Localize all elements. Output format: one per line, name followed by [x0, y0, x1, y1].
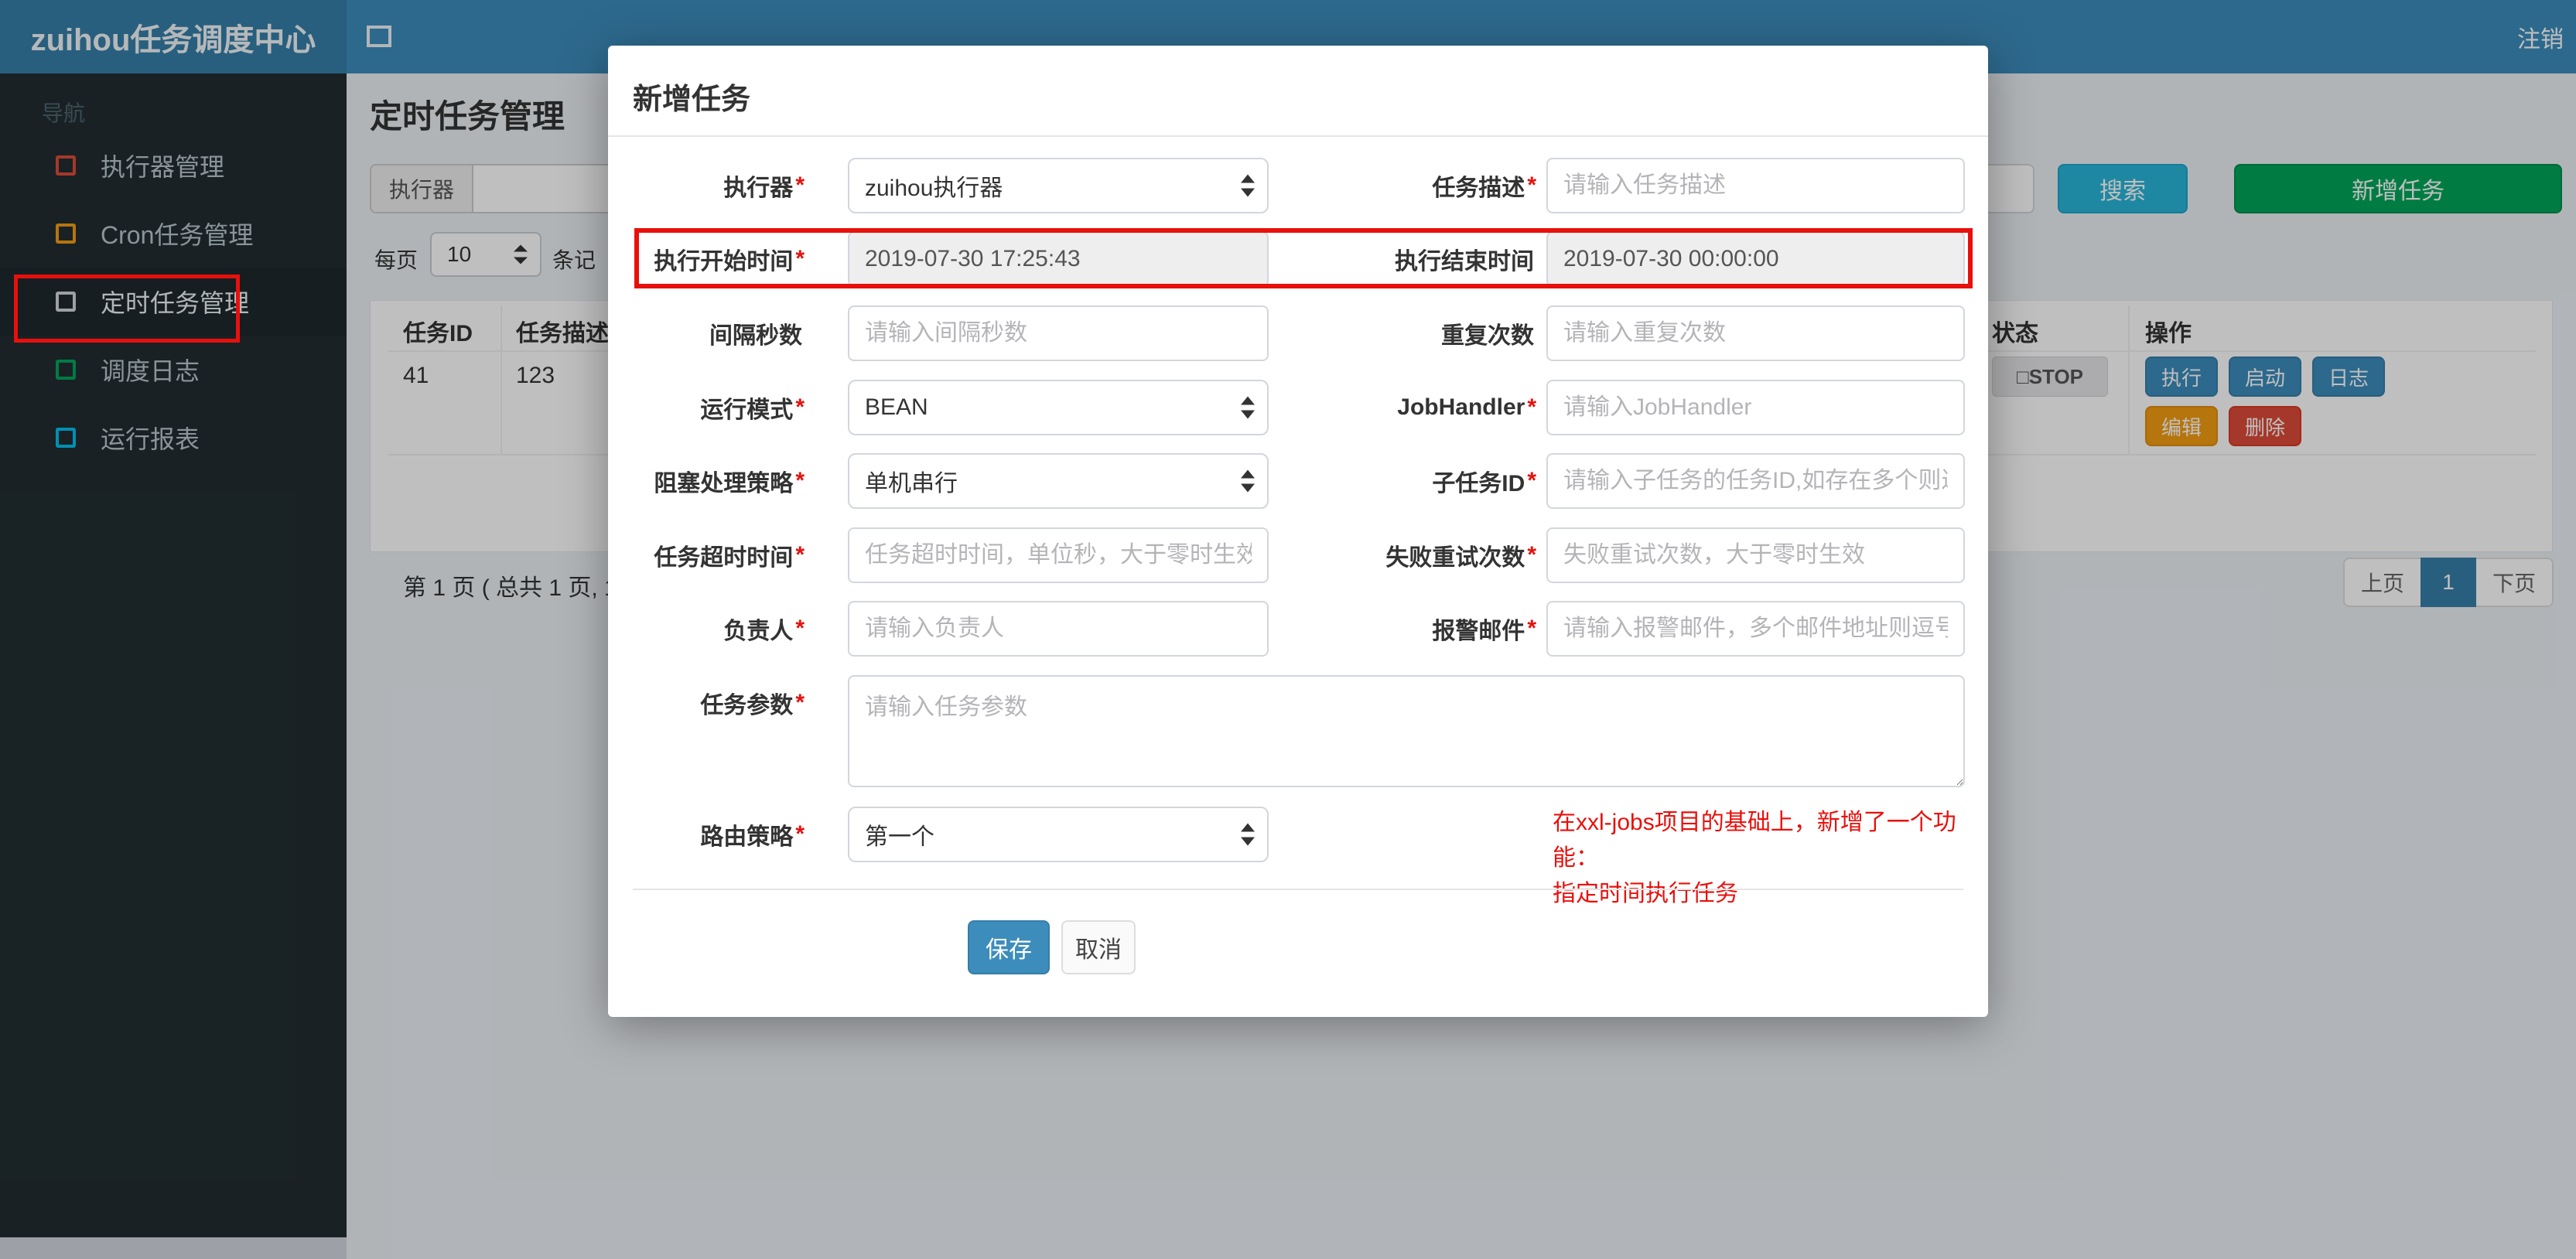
jobhandler-input[interactable] — [1546, 380, 1965, 435]
annotation-note-text: 在xxl-jobs项目的基础上，新增了一个功能： 指定时间执行任务 — [1553, 810, 1956, 906]
modal-header-divider — [608, 135, 1988, 137]
interval-input[interactable] — [848, 305, 1269, 361]
modal-footer-divider — [633, 889, 1963, 890]
repeat-input[interactable] — [1546, 305, 1965, 361]
block-strategy-label: 阻塞处理策略 * — [654, 468, 805, 496]
stepper-arrows-icon — [1241, 174, 1255, 197]
start-time-input[interactable] — [848, 231, 1269, 287]
interval-label: 间隔秒数 — [709, 323, 802, 349]
alarm-email-input[interactable] — [1546, 601, 1965, 657]
modal-title: 新增任务 — [633, 84, 751, 116]
executor-select-value: zuihou执行器 — [865, 176, 1003, 201]
author-input[interactable] — [848, 601, 1269, 657]
start-time-label: 执行开始时间 * — [654, 246, 805, 275]
alarm-email-label: 报警邮件 * — [1432, 616, 1536, 644]
route-strategy-select[interactable]: 第一个 — [848, 807, 1269, 862]
job-param-textarea[interactable] — [848, 675, 1965, 787]
run-mode-label: 运行模式 * — [700, 394, 805, 423]
jobhandler-label: JobHandler * — [1397, 394, 1536, 420]
end-time-label: 执行结束时间 — [1395, 249, 1534, 275]
child-job-input[interactable] — [1546, 453, 1965, 509]
cancel-button[interactable]: 取消 — [1061, 920, 1136, 974]
block-strategy-select-value: 单机串行 — [865, 471, 958, 496]
block-strategy-select[interactable]: 单机串行 — [848, 453, 1269, 509]
stepper-arrows-icon — [1241, 469, 1255, 493]
repeat-label: 重复次数 — [1441, 323, 1534, 349]
app-root: zuihou任务调度中心 注销 导航 执行器管理 Cron任务管理 定时任务管理… — [0, 0, 2576, 1259]
fail-retry-input[interactable] — [1546, 527, 1965, 583]
fail-retry-label: 失败重试次数 * — [1385, 542, 1536, 571]
stepper-arrows-icon — [1241, 396, 1255, 419]
stepper-arrows-icon — [1241, 823, 1255, 846]
timeout-label: 任务超时时间 * — [654, 542, 805, 571]
add-task-modal: 新增任务 执行器* zuihou执行器 任务描述* 执行开始时间* 执行结束时间 — [608, 46, 1988, 1017]
executor-label: 执行器 * — [723, 172, 805, 201]
timeout-input[interactable] — [848, 527, 1269, 583]
executor-select[interactable]: zuihou执行器 — [848, 158, 1269, 213]
route-strategy-select-value: 第一个 — [865, 824, 934, 850]
author-label: 负责人 * — [723, 616, 805, 644]
task-desc-input[interactable] — [1546, 158, 1965, 213]
run-mode-select[interactable]: BEAN — [848, 380, 1269, 435]
run-mode-select-value: BEAN — [865, 394, 928, 420]
end-time-input[interactable] — [1546, 231, 1965, 287]
route-strategy-label: 路由策略 * — [700, 821, 805, 850]
save-button[interactable]: 保存 — [968, 920, 1050, 974]
task-desc-label: 任务描述 * — [1432, 172, 1536, 201]
child-job-label: 子任务ID * — [1432, 468, 1536, 496]
